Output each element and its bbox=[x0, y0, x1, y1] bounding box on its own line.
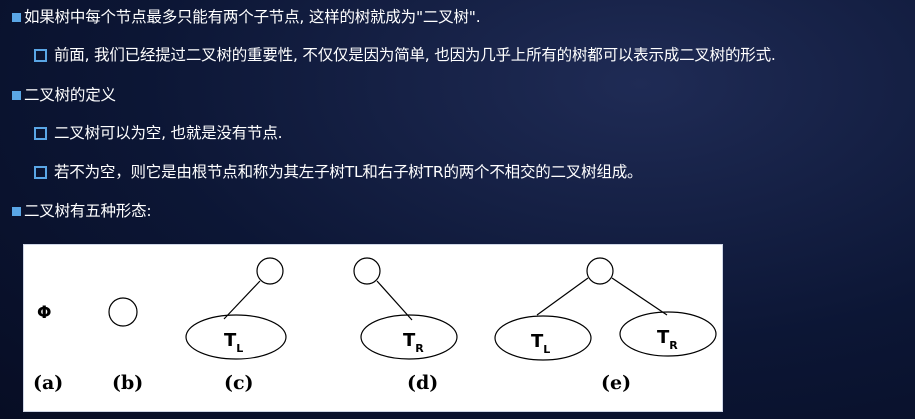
b-root-node bbox=[108, 297, 138, 327]
e-right-edge bbox=[611, 277, 668, 316]
bullet-3: 二叉树的定义 bbox=[6, 84, 116, 106]
hollow-square-bullet-icon bbox=[34, 49, 47, 62]
hollow-square-bullet-icon bbox=[34, 166, 47, 179]
binary-tree-forms-figure: Φ TL TR TL TR (a) (b) (c) (d) (e) bbox=[23, 244, 723, 412]
e-root-node bbox=[586, 257, 614, 285]
d-edge bbox=[376, 280, 413, 321]
d-subtree-label: TR bbox=[403, 330, 424, 355]
bullet-2: 前面, 我们已经提过二叉树的重要性, 不仅仅是因为简单, 也因为几乎上所有的树都… bbox=[34, 44, 776, 66]
bullet-4: 二叉树可以为空, 也就是没有节点. bbox=[34, 122, 283, 144]
bullet-5-text: 若不为空，则它是由根节点和称为其左子树TL和右子树TR的两个不相交的二叉树组成。 bbox=[54, 163, 643, 181]
d-root-node bbox=[353, 257, 381, 285]
label-a: (a) bbox=[33, 372, 63, 394]
square-bullet-icon bbox=[12, 91, 21, 100]
hollow-square-bullet-icon bbox=[34, 127, 47, 140]
label-e: (e) bbox=[601, 372, 631, 394]
bullet-1: 如果树中每个节点最多只能有两个子节点, 这样的树就成为"二叉树". bbox=[6, 6, 481, 28]
square-bullet-icon bbox=[12, 13, 21, 22]
square-bullet-icon bbox=[12, 207, 21, 216]
e-left-edge bbox=[536, 277, 589, 316]
binary-tree-forms-diagram: Φ TL TR TL TR (a) (b) (c) (d) (e) bbox=[33, 257, 717, 394]
bullet-2-text: 前面, 我们已经提过二叉树的重要性, 不仅仅是因为简单, 也因为几乎上所有的树都… bbox=[54, 46, 776, 64]
bullet-3-text: 二叉树的定义 bbox=[24, 86, 116, 104]
bullet-6: 二叉树有五种形态: bbox=[6, 200, 152, 222]
label-d: (d) bbox=[407, 372, 438, 394]
bullet-6-text: 二叉树有五种形态: bbox=[24, 202, 152, 220]
c-root-node bbox=[256, 257, 284, 285]
e-right-subtree-label: TR bbox=[657, 327, 678, 352]
label-b: (b) bbox=[112, 372, 143, 394]
c-subtree-label: TL bbox=[224, 330, 243, 355]
e-left-subtree-label: TL bbox=[531, 331, 550, 356]
label-c: (c) bbox=[224, 372, 254, 394]
empty-tree-symbol: Φ bbox=[37, 303, 51, 323]
bullet-5: 若不为空，则它是由根节点和称为其左子树TL和右子树TR的两个不相交的二叉树组成。 bbox=[34, 161, 643, 183]
bullet-1-text: 如果树中每个节点最多只能有两个子节点, 这样的树就成为"二叉树". bbox=[24, 8, 481, 26]
c-edge bbox=[223, 280, 261, 320]
bullet-4-text: 二叉树可以为空, 也就是没有节点. bbox=[54, 124, 283, 142]
